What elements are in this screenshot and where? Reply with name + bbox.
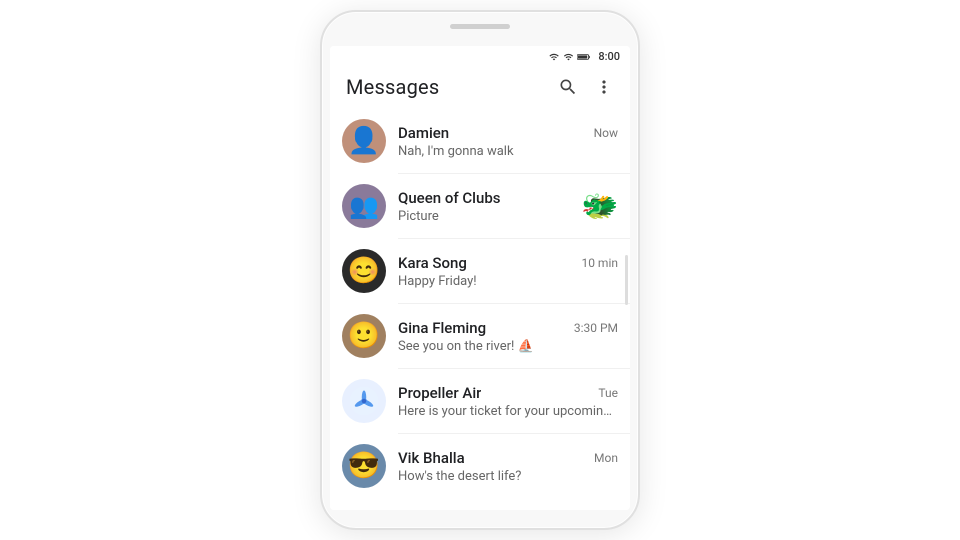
list-item[interactable]: 🙂 Gina Fleming 3:30 PM See you on the ri… xyxy=(330,304,630,368)
message-content: Propeller Air Tue Here is your ticket fo… xyxy=(398,384,618,419)
message-preview: Happy Friday! xyxy=(398,274,618,289)
message-content: Vik Bhalla Mon How's the desert life? xyxy=(398,449,618,484)
message-top: Propeller Air Tue xyxy=(398,384,618,402)
message-right: 🐲 xyxy=(582,188,618,224)
message-top: Kara Song 10 min xyxy=(398,254,618,272)
message-content: Damien Now Nah, I'm gonna walk xyxy=(398,124,618,159)
avatar: 👥 xyxy=(342,184,386,228)
message-time: Mon xyxy=(594,451,618,465)
message-top: Vik Bhalla Mon xyxy=(398,449,618,467)
list-item[interactable]: 👤 Damien Now Nah, I'm gonna walk xyxy=(330,109,630,173)
message-content: Kara Song 10 min Happy Friday! xyxy=(398,254,618,289)
phone-notch xyxy=(450,24,510,29)
status-bar: 8:00 xyxy=(330,46,630,65)
message-time: 3:30 PM xyxy=(574,321,618,335)
list-item[interactable]: Propeller Air Tue Here is your ticket fo… xyxy=(330,369,630,433)
app-bar-actions xyxy=(554,73,618,101)
wifi-icon xyxy=(548,52,560,62)
avatar: 😎 xyxy=(342,444,386,488)
message-preview: How's the desert life? xyxy=(398,469,618,484)
list-item[interactable]: 😎 Vik Bhalla Mon How's the desert life? xyxy=(330,434,630,498)
message-time: Tue xyxy=(598,386,618,400)
search-button[interactable] xyxy=(554,73,582,101)
signal-icon xyxy=(563,52,574,62)
phone-wrapper: 8:00 Messages xyxy=(320,10,640,530)
message-top: Damien Now xyxy=(398,124,618,142)
message-time: Now xyxy=(594,126,618,140)
scroll-indicator xyxy=(625,255,628,305)
search-icon xyxy=(558,77,578,97)
contact-name: Kara Song xyxy=(398,254,467,272)
avatar: 😊 xyxy=(342,249,386,293)
battery-icon xyxy=(577,52,591,62)
message-top: Queen of Clubs xyxy=(398,189,574,207)
message-preview: Picture xyxy=(398,209,574,224)
list-item[interactable]: 👥 Queen of Clubs Picture 🐲 xyxy=(330,174,630,238)
more-menu-button[interactable] xyxy=(590,73,618,101)
phone-screen: 8:00 Messages xyxy=(330,46,630,510)
message-preview: See you on the river! ⛵ xyxy=(398,339,618,354)
contact-name: Damien xyxy=(398,124,449,142)
app-title: Messages xyxy=(346,75,439,99)
contact-name: Gina Fleming xyxy=(398,319,486,337)
status-icons: 8:00 xyxy=(548,50,620,63)
message-preview: Here is your ticket for your upcoming... xyxy=(398,404,618,419)
sticker-preview: 🐲 xyxy=(582,188,618,224)
status-time: 8:00 xyxy=(598,50,620,63)
message-content: Gina Fleming 3:30 PM See you on the rive… xyxy=(398,319,618,354)
message-list: 👤 Damien Now Nah, I'm gonna walk 👥 xyxy=(330,109,630,510)
more-vert-icon xyxy=(594,77,614,97)
avatar xyxy=(342,379,386,423)
message-content: Queen of Clubs Picture xyxy=(398,189,574,224)
contact-name: Propeller Air xyxy=(398,384,481,402)
app-bar: Messages xyxy=(330,65,630,109)
message-top: Gina Fleming 3:30 PM xyxy=(398,319,618,337)
message-time: 10 min xyxy=(581,256,618,270)
contact-name: Queen of Clubs xyxy=(398,189,500,207)
message-preview: Nah, I'm gonna walk xyxy=(398,144,618,159)
avatar: 🙂 xyxy=(342,314,386,358)
avatar: 👤 xyxy=(342,119,386,163)
contact-name: Vik Bhalla xyxy=(398,449,465,467)
list-item[interactable]: 😊 Kara Song 10 min Happy Friday! xyxy=(330,239,630,303)
